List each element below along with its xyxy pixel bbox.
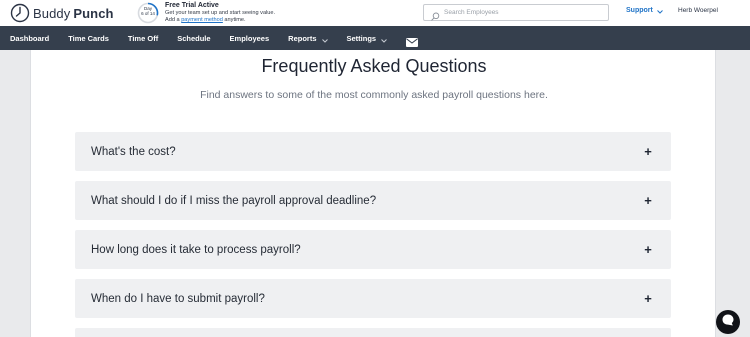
- clock-icon: [10, 3, 30, 23]
- trial-banner: Day 6 of 14 Free Trial Active Get your te…: [137, 1, 275, 25]
- plus-icon[interactable]: +: [643, 145, 653, 158]
- plus-icon[interactable]: +: [643, 243, 653, 256]
- logo-text: Buddy Punch: [33, 6, 114, 21]
- trial-title: Free Trial Active: [165, 2, 219, 9]
- faq-question: What should I do if I miss the payroll a…: [91, 194, 377, 207]
- nav-time-off[interactable]: Time Off: [128, 34, 158, 43]
- plus-icon[interactable]: +: [643, 292, 653, 305]
- faq-item-submit-deadline[interactable]: When do I have to submit payroll? +: [75, 279, 671, 318]
- chevron-down-icon: [656, 9, 663, 14]
- nav-dashboard[interactable]: Dashboard: [10, 34, 49, 43]
- search-icon: [431, 8, 440, 21]
- payment-method-link[interactable]: payment method: [181, 17, 223, 23]
- chat-button[interactable]: [716, 310, 740, 334]
- envelope-icon[interactable]: [406, 34, 419, 47]
- logo-text-light: Buddy: [33, 5, 71, 21]
- faq-panel: Frequently Asked Questions Find answers …: [30, 50, 716, 337]
- trial-description: Get your team set up and start seeing va…: [165, 10, 276, 16]
- page-subtitle: Find answers to some of the most commonl…: [200, 89, 548, 101]
- support-label: Support: [626, 7, 653, 14]
- trial-day-counter: Day 6 of 14: [141, 6, 155, 16]
- logo-text-bold: Punch: [73, 5, 114, 21]
- nav-settings[interactable]: Settings: [347, 34, 388, 43]
- search-box[interactable]: [423, 4, 609, 21]
- faq-item-processing-time[interactable]: How long does it take to process payroll…: [75, 230, 671, 269]
- faq-question: What's the cost?: [91, 145, 176, 158]
- faq-question: When do I have to submit payroll?: [91, 292, 265, 305]
- trial-progress-ring: Day 6 of 14: [137, 2, 159, 24]
- faq-question: How long does it take to process payroll…: [91, 243, 301, 256]
- user-name[interactable]: Herb Woerpel: [678, 7, 718, 14]
- page-title: Frequently Asked Questions: [261, 56, 487, 76]
- chevron-down-icon: [321, 36, 328, 43]
- logo[interactable]: Buddy Punch: [10, 3, 114, 23]
- nav-time-cards[interactable]: Time Cards: [68, 34, 109, 43]
- chat-bubble-icon: [721, 313, 735, 332]
- faq-item-missed-deadline[interactable]: What should I do if I miss the payroll a…: [75, 181, 671, 220]
- nav-reports[interactable]: Reports: [288, 34, 328, 43]
- faq-item-cost[interactable]: What's the cost? +: [75, 132, 671, 171]
- page-scroll-area: [716, 50, 750, 337]
- chevron-down-icon: [381, 36, 387, 43]
- support-menu[interactable]: Support: [626, 7, 663, 14]
- search-input[interactable]: [444, 9, 594, 16]
- faq-item-partial[interactable]: [75, 328, 671, 337]
- nav-schedule[interactable]: Schedule: [177, 34, 210, 43]
- main-navbar: Dashboard Time Cards Time Off Schedule E…: [0, 26, 750, 50]
- trial-payment-line: Add a payment method anytime.: [165, 17, 246, 23]
- nav-employees[interactable]: Employees: [230, 34, 270, 43]
- plus-icon[interactable]: +: [643, 194, 653, 207]
- top-header: Buddy Punch Day 6 of 14 Free Trial Active …: [0, 0, 750, 26]
- faq-list: What's the cost? + What should I do if I…: [75, 132, 671, 337]
